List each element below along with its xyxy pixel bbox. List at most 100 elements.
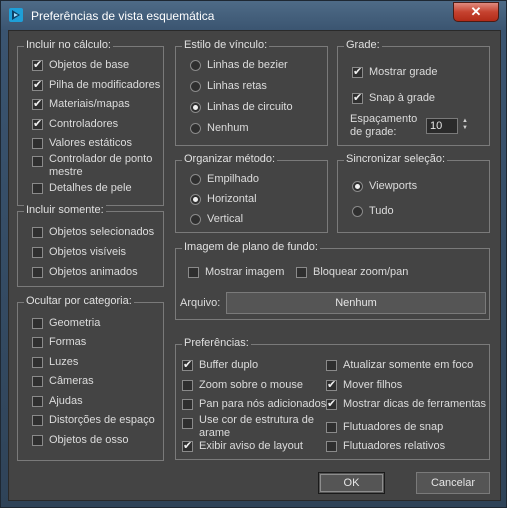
checkbox-row[interactable]: Materiais/mapas xyxy=(32,97,130,110)
checkbox[interactable] xyxy=(32,336,43,348)
checkbox[interactable] xyxy=(32,97,43,110)
radio-row[interactable]: Linhas de circuito xyxy=(190,101,293,113)
checkbox-row[interactable]: Flutuadores relativos xyxy=(326,440,445,452)
radio-button[interactable] xyxy=(352,180,363,192)
checkbox-row[interactable]: Bloquear zoom/pan xyxy=(296,266,408,278)
checkbox[interactable] xyxy=(182,379,193,391)
spin-down-icon[interactable]: ▼ xyxy=(460,125,470,132)
checkbox-row[interactable]: Atualizar somente em foco xyxy=(326,359,473,371)
checkbox[interactable] xyxy=(32,182,43,194)
checkbox-row[interactable]: Formas xyxy=(32,336,86,348)
radio-button[interactable] xyxy=(190,213,201,225)
checkbox-row[interactable]: Mostrar grade xyxy=(352,65,437,78)
checkbox-row[interactable]: Mostrar dicas de ferramentas xyxy=(326,397,486,410)
checkbox[interactable] xyxy=(32,434,43,446)
checkbox[interactable] xyxy=(182,358,193,371)
checkbox-label: Objetos selecionados xyxy=(49,226,155,238)
grid-spacing-label: Espaçamento de grade: xyxy=(350,113,418,138)
checkbox[interactable] xyxy=(326,440,337,452)
checkbox-row[interactable]: Zoom sobre o mouse xyxy=(182,379,303,391)
radio-label: Vertical xyxy=(207,213,244,225)
checkbox[interactable] xyxy=(32,414,43,426)
radio-button[interactable] xyxy=(190,101,201,113)
checkbox-row[interactable]: Objetos de base xyxy=(32,58,129,71)
radio-row[interactable]: Linhas retas xyxy=(190,80,267,92)
radio-button[interactable] xyxy=(190,173,201,185)
radio-row[interactable]: Viewports xyxy=(352,180,417,192)
file-select-button[interactable]: Nenhum xyxy=(226,292,486,314)
checkbox[interactable] xyxy=(32,375,43,387)
checkbox-label: Distorções de espaço xyxy=(49,414,155,426)
radio-row[interactable]: Vertical xyxy=(190,213,243,225)
checkbox[interactable] xyxy=(32,156,43,167)
checkbox-row[interactable]: Controladores xyxy=(32,117,119,130)
radio-row[interactable]: Empilhado xyxy=(190,173,259,185)
checkbox[interactable] xyxy=(32,395,43,407)
checkbox[interactable] xyxy=(32,117,43,130)
checkbox[interactable] xyxy=(326,421,337,433)
checkbox-row[interactable]: Buffer duplo xyxy=(182,358,258,371)
checkbox-row[interactable]: Objetos de osso xyxy=(32,434,129,446)
checkbox[interactable] xyxy=(32,246,43,258)
checkbox-row[interactable]: Objetos visíveis xyxy=(32,246,126,258)
checkbox-label: Controladores xyxy=(49,118,119,130)
radio-row[interactable]: Horizontal xyxy=(190,193,257,205)
checkbox-row[interactable]: Valores estáticos xyxy=(32,137,132,149)
checkbox-row[interactable]: Ajudas xyxy=(32,395,83,407)
checkbox-row[interactable]: Mover filhos xyxy=(326,378,402,391)
checkbox-row[interactable]: Objetos selecionados xyxy=(32,226,154,238)
checkbox-row[interactable]: Use cor de estrutura de arame xyxy=(182,414,322,440)
radio-button[interactable] xyxy=(190,193,201,205)
checkbox-row[interactable]: Distorções de espaço xyxy=(32,414,155,426)
checkbox[interactable] xyxy=(296,266,307,278)
radio-button[interactable] xyxy=(190,122,201,134)
checkbox-row[interactable]: Objetos animados xyxy=(32,266,138,278)
radio-label: Tudo xyxy=(369,205,394,217)
checkbox[interactable] xyxy=(326,359,337,371)
checkbox[interactable] xyxy=(182,418,193,429)
cancel-button[interactable]: Cancelar xyxy=(416,472,490,494)
radio-button[interactable] xyxy=(190,59,201,71)
radio-button[interactable] xyxy=(190,80,201,92)
checkbox[interactable] xyxy=(326,378,337,391)
checkbox-row[interactable]: Controlador de ponto mestre xyxy=(32,153,156,179)
checkbox-row[interactable]: Pan para nós adicionados xyxy=(182,398,326,410)
grid-spacing-input[interactable]: 10 xyxy=(426,118,458,134)
checkbox-row[interactable]: Exibir aviso de layout xyxy=(182,439,303,452)
checkbox-label: Snap à grade xyxy=(369,92,436,104)
checkbox-label: Atualizar somente em foco xyxy=(343,359,474,371)
checkbox[interactable] xyxy=(32,78,43,91)
checkbox[interactable] xyxy=(182,398,193,410)
checkbox[interactable] xyxy=(32,266,43,278)
checkbox[interactable] xyxy=(182,439,193,452)
checkbox[interactable] xyxy=(352,65,363,78)
checkbox[interactable] xyxy=(32,137,43,149)
checkbox[interactable] xyxy=(32,317,43,329)
checkbox-row[interactable]: Luzes xyxy=(32,356,78,368)
checkbox-row[interactable]: Geometria xyxy=(32,317,100,329)
group-link-style: Estilo de vínculo: Linhas de bezier Linh… xyxy=(175,39,328,146)
checkbox[interactable] xyxy=(326,397,337,410)
grid-spacing-spinner[interactable]: ▲ ▼ xyxy=(460,118,470,132)
checkbox-row[interactable]: Flutuadores de snap xyxy=(326,421,443,433)
group-preferences: Preferências: Buffer duplo Zoom sobre o … xyxy=(175,337,490,460)
checkbox-row[interactable]: Mostrar imagem xyxy=(188,266,284,278)
checkbox-row[interactable]: Detalhes de pele xyxy=(32,182,132,194)
title-bar[interactable]: Preferências de vista esquemática ✕ xyxy=(1,1,507,31)
checkbox[interactable] xyxy=(32,58,43,71)
close-button[interactable]: ✕ xyxy=(453,2,499,22)
radio-row[interactable]: Tudo xyxy=(352,205,394,217)
spin-up-icon[interactable]: ▲ xyxy=(460,118,470,125)
checkbox-row[interactable]: Pilha de modificadores xyxy=(32,78,160,91)
checkbox[interactable] xyxy=(32,356,43,368)
checkbox[interactable] xyxy=(188,266,199,278)
checkbox-row[interactable]: Snap à grade xyxy=(352,91,436,104)
radio-row[interactable]: Linhas de bezier xyxy=(190,59,288,71)
radio-button[interactable] xyxy=(352,205,363,217)
checkbox[interactable] xyxy=(352,91,363,104)
radio-row[interactable]: Nenhum xyxy=(190,122,249,134)
checkbox-row[interactable]: Câmeras xyxy=(32,375,94,387)
checkbox[interactable] xyxy=(32,226,43,238)
ok-button[interactable]: OK xyxy=(318,472,385,494)
app-3ds-icon xyxy=(9,8,23,22)
